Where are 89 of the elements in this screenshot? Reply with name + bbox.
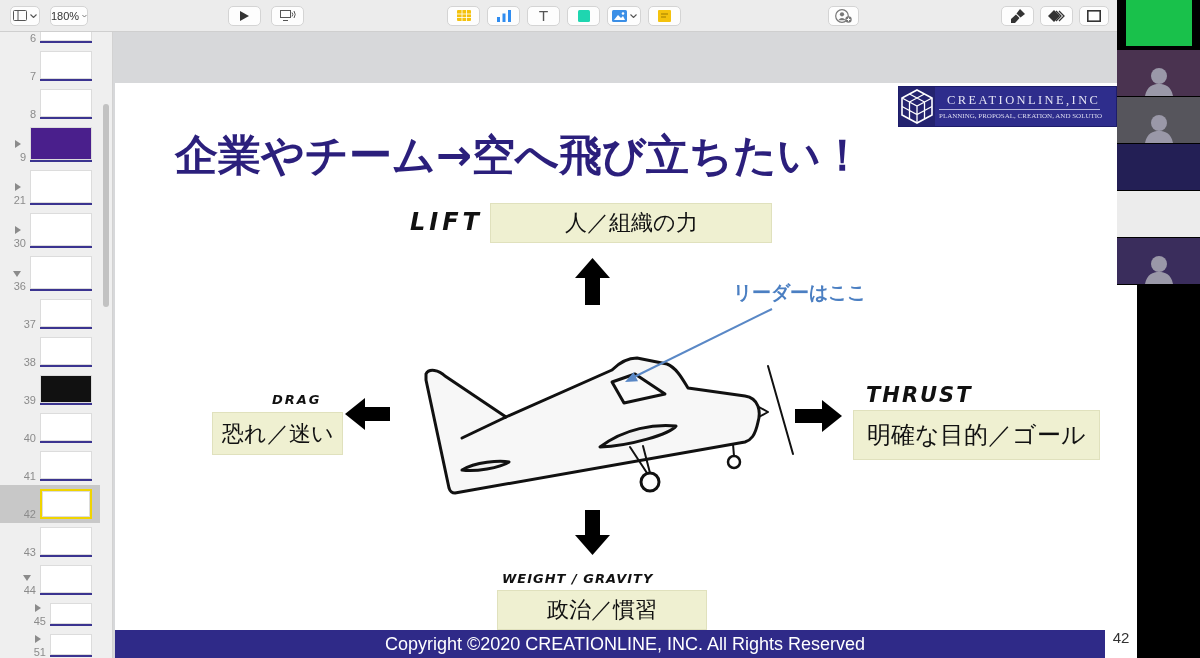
slide-number: 51: [33, 647, 46, 657]
slide-list-item[interactable]: 42: [0, 485, 100, 523]
slide-list-item[interactable]: 8: [0, 85, 100, 123]
slide-number: 41: [23, 471, 36, 481]
force-label: DRAG: [272, 393, 322, 406]
slide-number: 42: [23, 509, 36, 519]
slide-number: 36: [13, 281, 26, 291]
document-icon: [1087, 9, 1101, 22]
slide-list-item[interactable]: 41: [0, 447, 100, 485]
slide-list-item[interactable]: 36: [0, 252, 100, 295]
slide-list-item[interactable]: 40: [0, 409, 100, 447]
note-icon: [658, 9, 671, 22]
animate-button[interactable]: [1040, 5, 1073, 26]
cockpit-window: [610, 372, 667, 405]
slide-list-item[interactable]: 9: [0, 123, 100, 166]
right-arrow-icon: [795, 400, 842, 432]
down-arrow-icon: [575, 510, 610, 555]
table-button[interactable]: [447, 5, 480, 26]
slide-list-item[interactable]: 30: [0, 209, 100, 252]
person-silhouette-icon: [1144, 66, 1173, 96]
up-arrow-icon: [575, 258, 610, 305]
slide-number: 37: [23, 319, 36, 329]
media-button[interactable]: [607, 5, 641, 26]
collapsed-triangle-icon[interactable]: [35, 604, 41, 612]
collapsed-triangle-icon[interactable]: [15, 140, 21, 148]
play-icon: [240, 10, 249, 21]
zoom-menu-button[interactable]: 180%: [50, 5, 88, 26]
force-label: WEIGHT / GRAVITY: [502, 572, 654, 585]
document-button[interactable]: [1079, 5, 1109, 26]
collapsed-triangle-icon[interactable]: [15, 183, 21, 191]
expanded-triangle-icon[interactable]: [13, 271, 21, 277]
collapsed-triangle-icon[interactable]: [15, 226, 21, 234]
slide-list-item[interactable]: 6: [0, 32, 100, 47]
slide-number: 44: [23, 585, 36, 595]
sidebar-layout-icon: [13, 10, 27, 21]
picture-icon: [611, 9, 627, 22]
copyright-text: Copyright ©2020 CREATIONLINE, INC. All Rights Reserved: [384, 634, 866, 654]
live-button[interactable]: [271, 5, 304, 26]
slide-list-item[interactable]: 44: [0, 561, 100, 599]
expanded-triangle-icon[interactable]: [23, 575, 31, 581]
force-label: LIFT: [410, 210, 483, 234]
bar-chart-icon: [496, 9, 511, 22]
slide-number: 38: [23, 357, 36, 367]
slide-list-item[interactable]: 38: [0, 333, 100, 371]
slide-number: 30: [13, 238, 26, 248]
sticky-note: 明確な目的／ゴール: [853, 410, 1100, 460]
person-silhouette-icon: [1144, 113, 1173, 143]
slide-number: 43: [23, 547, 36, 557]
table-icon: [456, 10, 471, 21]
scrollbar[interactable]: [103, 104, 109, 307]
left-arrow-icon: [345, 398, 390, 430]
square-icon: [577, 9, 590, 22]
sticky-note: 恐れ／迷い: [212, 412, 343, 455]
logo-name: CREATIONLINE,INC: [939, 93, 1101, 110]
callout-label: リーダーはここ: [733, 281, 866, 303]
person-silhouette-icon: [1144, 254, 1173, 284]
slide-list-item[interactable]: 7: [0, 47, 100, 85]
slide-number: 39: [23, 395, 36, 405]
collaborate-button[interactable]: [828, 5, 859, 26]
chart-button[interactable]: [487, 5, 520, 26]
slide-list-item[interactable]: 39: [0, 371, 100, 409]
shape-button[interactable]: [567, 5, 600, 26]
slide-number: 9: [19, 152, 26, 162]
slide-number: 40: [23, 433, 36, 443]
format-button[interactable]: [1001, 5, 1034, 26]
slide-list-item[interactable]: 45: [0, 599, 100, 630]
slide-list-item[interactable]: 21: [0, 166, 100, 209]
slide-title: 企業やチーム→空へ飛び立ちたい！: [175, 130, 866, 180]
page-number: 42: [1111, 630, 1131, 646]
slide-list-item[interactable]: 51: [0, 630, 100, 658]
comment-button[interactable]: [648, 5, 681, 26]
slide-number: 6: [29, 33, 36, 43]
slide-number: 8: [29, 109, 36, 119]
paintbrush-icon: [1010, 8, 1025, 23]
monitor-icon: [279, 10, 296, 21]
collapsed-triangle-icon[interactable]: [35, 635, 41, 643]
slide-number: 7: [29, 71, 36, 81]
person-plus-icon: [835, 8, 852, 23]
slide-number: 45: [33, 616, 46, 626]
play-button[interactable]: [228, 5, 261, 26]
slide-list-item[interactable]: 43: [0, 523, 100, 561]
sticky-note: 人／組織の力: [490, 203, 772, 243]
sticky-note: 政治／慣習: [497, 590, 707, 630]
slide-list-item[interactable]: 37: [0, 295, 100, 333]
text-button[interactable]: T: [527, 5, 560, 26]
view-menu-button[interactable]: [10, 5, 40, 26]
force-label: THRUST: [866, 385, 973, 406]
diamond-icon: [1048, 9, 1065, 22]
slide-number: 21: [13, 195, 26, 205]
